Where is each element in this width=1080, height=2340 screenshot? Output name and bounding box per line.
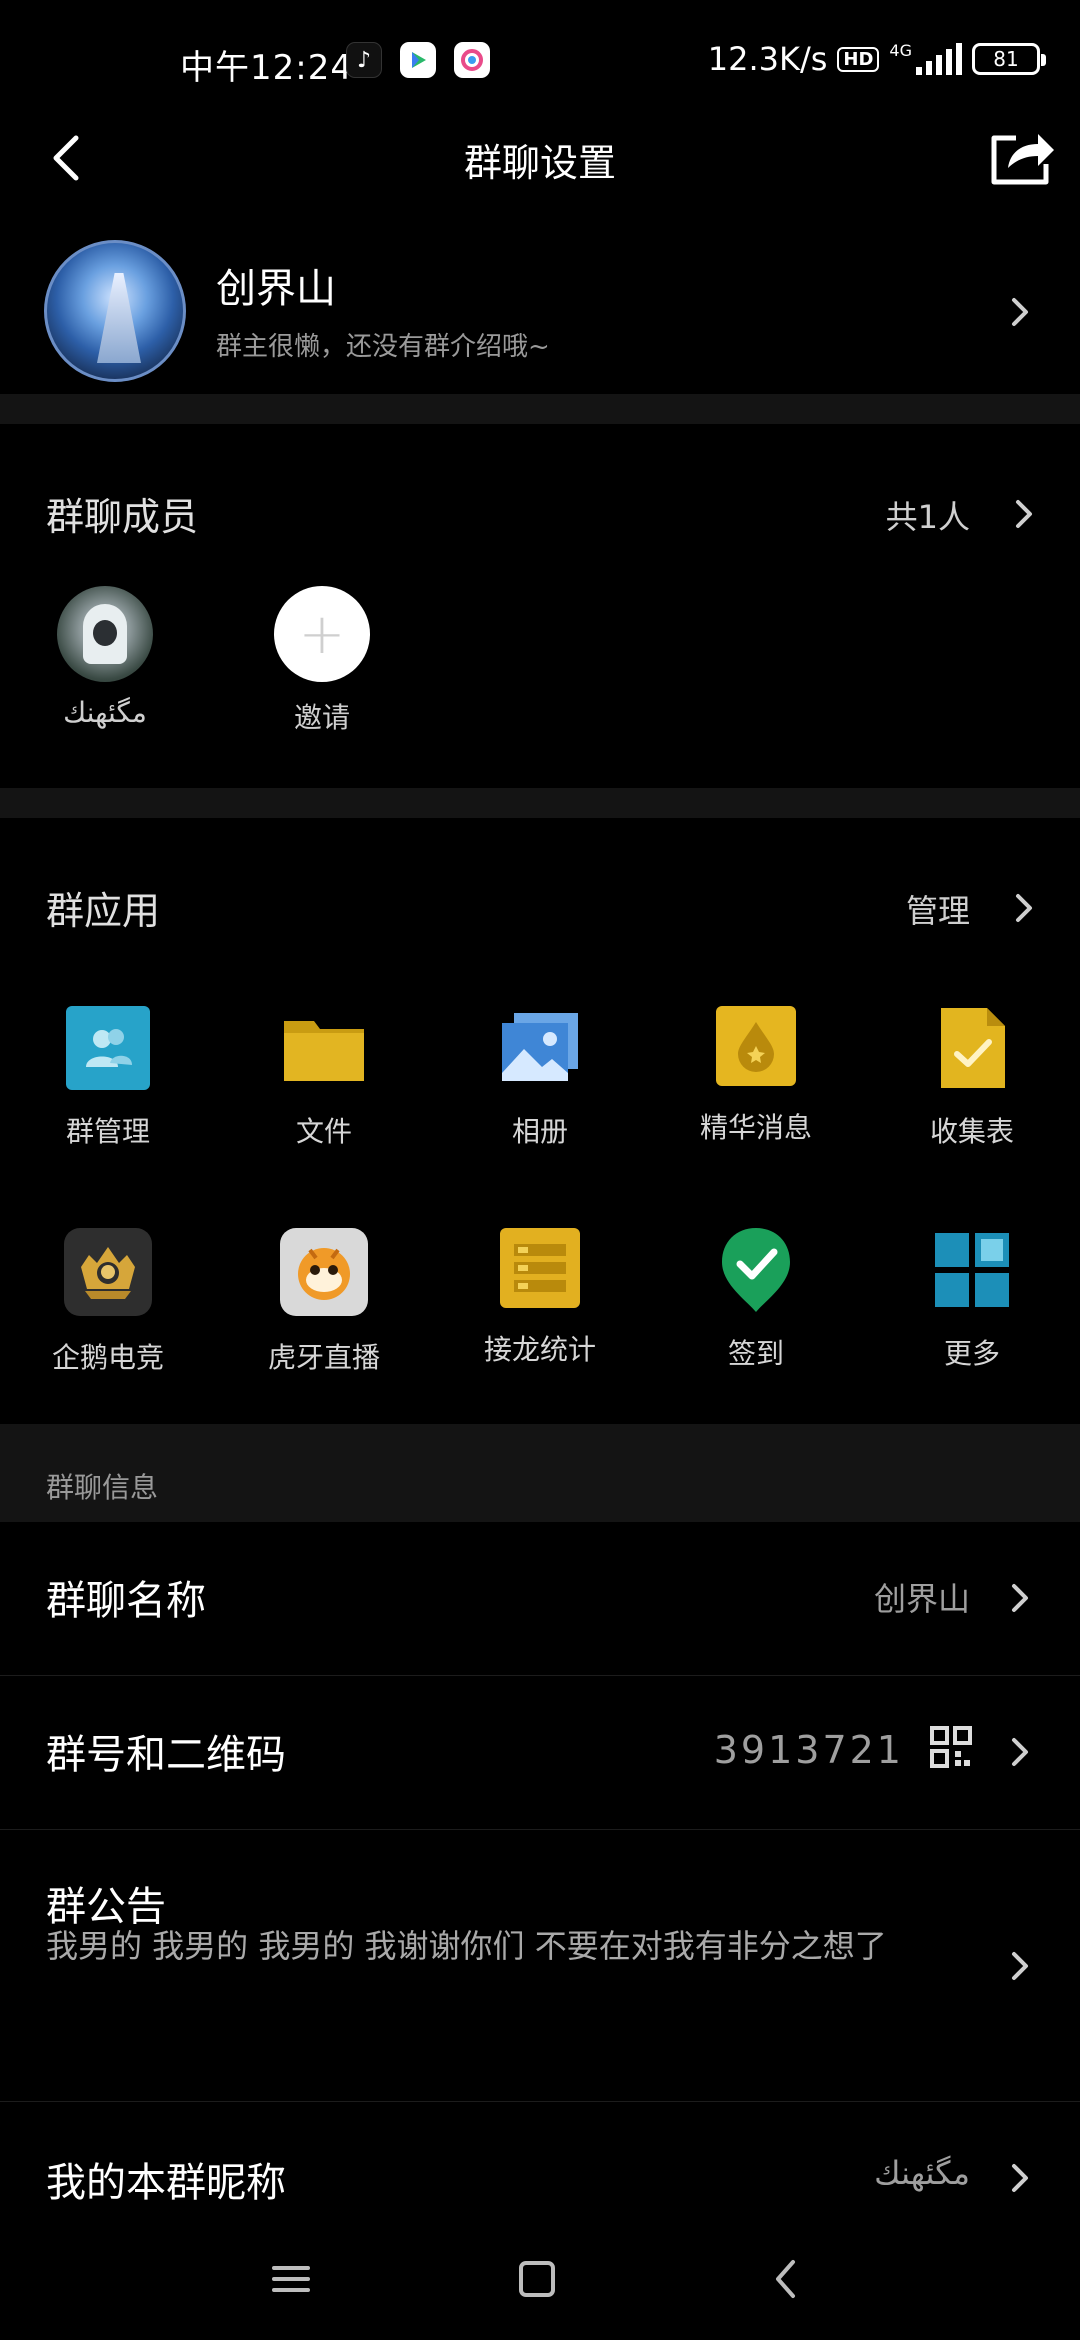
group-profile[interactable]: 创界山 群主很懒，还没有群介绍哦~	[0, 230, 1080, 390]
share-button[interactable]	[986, 124, 1058, 190]
status-bar: 中午12:24 ♪ 12.3K/s HD 4G 81	[0, 0, 1080, 120]
section-divider	[0, 394, 1080, 424]
app-collect-form[interactable]: 收集表	[872, 1006, 1072, 1150]
member-avatar	[57, 586, 153, 682]
penguin-esports-icon	[64, 1228, 152, 1316]
header: 群聊设置	[0, 110, 1080, 210]
page-title: 群聊设置	[463, 141, 616, 185]
apps-title: 群应用	[46, 889, 161, 933]
app-label: 虎牙直播	[267, 1341, 380, 1374]
share-icon	[991, 134, 1054, 185]
plus-icon: +	[274, 586, 370, 682]
app-files[interactable]: 文件	[224, 1006, 424, 1150]
group-description: 群主很懒，还没有群介绍哦~	[216, 332, 550, 362]
chevron-right-icon[interactable]	[1004, 494, 1044, 534]
qr-code-icon	[930, 1726, 972, 1768]
status-time: 中午12:24	[180, 48, 353, 88]
app-label: 收集表	[929, 1115, 1014, 1148]
system-nav-bar	[0, 2220, 1080, 2340]
network-type: 4G	[889, 40, 912, 60]
app-checkin[interactable]: 签到	[656, 1228, 856, 1372]
app-essence[interactable]: 精华消息	[656, 1006, 856, 1146]
group-name-row[interactable]: 群聊名称 创界山	[0, 1522, 1080, 1676]
battery-level: 81	[993, 47, 1019, 71]
tiktok-icon: ♪	[346, 42, 382, 78]
row-label: 群聊名称	[46, 1578, 206, 1624]
group-notice-text: 我男的 我男的 我男的 我谢谢你们 不要在对我有非分之想了	[46, 1927, 887, 1965]
status-app-icons: ♪	[346, 42, 490, 78]
home-nav-button[interactable]	[512, 2254, 562, 2304]
net-speed: 12.3K/s	[707, 40, 828, 78]
group-avatar	[44, 240, 186, 382]
section-divider	[0, 788, 1080, 818]
row-label: 群号和二维码	[46, 1732, 286, 1778]
status-right: 12.3K/s HD 4G 81	[707, 40, 1046, 78]
app-label: 群管理	[65, 1115, 150, 1148]
member-item[interactable]: مگئهنك	[40, 586, 170, 729]
folder-icon	[282, 1006, 366, 1090]
app-album[interactable]: 相册	[440, 1006, 640, 1150]
app-label: 更多	[943, 1337, 1000, 1370]
back-nav-button[interactable]	[762, 2254, 812, 2304]
hd-badge: HD	[837, 46, 880, 72]
group-name: 创界山	[216, 266, 336, 312]
chain-stats-icon	[500, 1228, 580, 1308]
row-value: 创界山	[873, 1580, 970, 1618]
app-label: 企鹅电竞	[51, 1341, 164, 1374]
app-label: 签到	[727, 1337, 784, 1370]
signal-icon	[916, 43, 962, 75]
group-number-qr-row[interactable]: 群号和二维码 3913721	[0, 1676, 1080, 1830]
chevron-right-icon	[1012, 298, 1028, 326]
collect-form-icon	[930, 1006, 1014, 1090]
app-label: 接龙统计	[483, 1333, 596, 1366]
row-label: 我的本群昵称	[46, 2160, 286, 2206]
app-more[interactable]: 更多	[872, 1228, 1072, 1372]
group-notice-row[interactable]: 群公告 我男的 我男的 我男的 我谢谢你们 不要在对我有非分之想了	[0, 1830, 1080, 2102]
app-huya-live[interactable]: 虎牙直播	[224, 1228, 424, 1376]
chevron-right-icon	[1012, 2164, 1028, 2192]
video-app-icon	[400, 42, 436, 78]
member-name: مگئهنك	[63, 696, 147, 729]
info-section-header-bg	[0, 1424, 1080, 1522]
chevron-right-icon	[1012, 1584, 1028, 1612]
app-label: 文件	[295, 1115, 352, 1148]
app-group-manage[interactable]: 群管理	[8, 1006, 208, 1150]
chevron-right-icon	[1012, 1738, 1028, 1766]
more-apps-icon	[930, 1228, 1014, 1312]
battery-icon: 81	[972, 43, 1046, 75]
chevron-right-icon	[1012, 1952, 1028, 1980]
checkin-icon	[714, 1228, 798, 1312]
members-title: 群聊成员	[46, 495, 199, 539]
group-manage-icon	[66, 1006, 150, 1090]
info-section-header: 群聊信息	[46, 1471, 159, 1504]
huya-live-icon	[280, 1228, 368, 1316]
my-nickname-row[interactable]: 我的本群昵称 مگئهنك	[0, 2102, 1080, 2220]
apps-manage[interactable]: 管理	[906, 886, 970, 932]
invite-label: 邀请	[293, 701, 350, 734]
members-count[interactable]: 共1人	[886, 492, 970, 538]
app-label: 精华消息	[699, 1111, 812, 1144]
app-chain-stats[interactable]: 接龙统计	[440, 1228, 640, 1368]
menu-nav-button[interactable]	[266, 2254, 316, 2304]
app-penguin-esports[interactable]: 企鹅电竞	[8, 1228, 208, 1376]
invite-member-button[interactable]: + 邀请	[257, 586, 387, 736]
row-value: مگئهنك	[874, 2154, 970, 2192]
browser-app-icon	[454, 42, 490, 78]
album-icon	[498, 1006, 582, 1090]
essence-icon	[716, 1006, 796, 1086]
group-number: 3913721	[713, 1728, 904, 1772]
app-label: 相册	[511, 1115, 568, 1148]
chevron-right-icon[interactable]	[1004, 888, 1044, 928]
